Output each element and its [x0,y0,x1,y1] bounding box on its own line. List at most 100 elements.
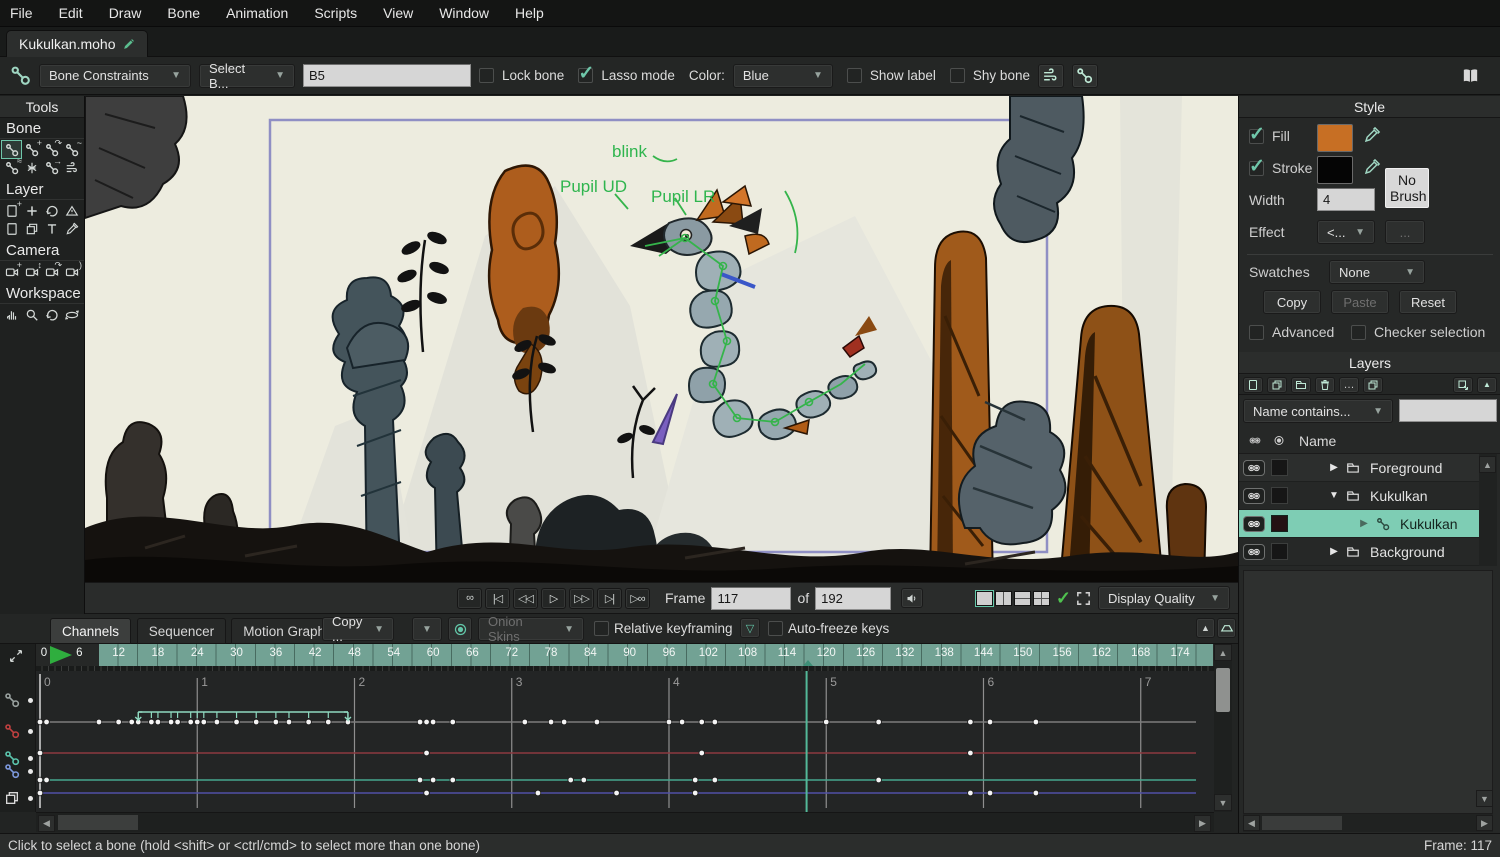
ruler-play-marker-icon[interactable] [50,646,72,664]
add-point-tool[interactable] [22,202,41,219]
layers-vertical-scrollbar[interactable]: ▲ [1479,454,1497,566]
bone-label-pupil-ud[interactable]: Pupil UD [560,177,627,197]
layer-color-swatch[interactable] [1271,459,1288,476]
timeline-scroll-right-button[interactable]: ▶ [1194,815,1211,832]
effect-more-button[interactable]: ... [1385,220,1425,244]
bone-label-blink[interactable]: blink [612,142,647,162]
fill-eyedropper-icon[interactable] [1363,126,1381,144]
add-bone-tool[interactable]: + [22,141,41,158]
menu-edit[interactable]: Edit [59,5,83,21]
channel-key-dot[interactable] [28,729,33,734]
menu-help[interactable]: Help [515,5,544,21]
loop-start-button[interactable]: ∞ [457,588,482,609]
timeline-vertical-scrollbar[interactable]: ▲ ▼ [1214,644,1232,812]
layer-row-kukulkan-2[interactable]: ▶Kukulkan [1239,510,1479,538]
layer-row-kukulkan-1[interactable]: ▼Kukulkan [1239,482,1479,510]
tool-group-dropdown[interactable]: Bone Constraints▼ [39,64,191,88]
total-frames-input[interactable]: 192 [815,587,891,610]
channel-bone-red[interactable] [0,722,36,740]
channel-layer-order[interactable] [0,789,36,807]
style-reset-button[interactable]: Reset [1399,290,1457,314]
enable-drawing-check-icon[interactable]: ✓ [1056,588,1071,609]
timeline-scroll-down-button[interactable]: ▼ [1214,794,1232,811]
jump-to-start-button[interactable]: |◁ [485,588,510,609]
rotate-workspace-tool[interactable] [42,306,61,323]
canvas-viewport[interactable]: blink Pupil UD Pupil LR [85,96,1238,582]
stroke-eyedropper-icon[interactable] [1363,158,1381,176]
stroke-color-swatch[interactable] [1317,156,1353,184]
delete-layer-icon-button[interactable] [1315,377,1335,393]
lasso-mode-checkbox[interactable] [578,68,593,83]
relative-keyframing-checkbox[interactable] [594,621,609,636]
jump-to-end-button[interactable]: ▷| [597,588,622,609]
timeline-vscroll-thumb[interactable] [1216,668,1230,712]
follow-path-tool[interactable] [62,202,81,219]
manual-book-icon[interactable] [1459,66,1482,86]
flexi-bind-tool[interactable] [22,159,41,176]
timeline-horizontal-scrollbar[interactable]: ◀ ▶ [36,812,1214,832]
timeline-scroll-up-button[interactable]: ▲ [1214,644,1232,661]
split-view-2-button[interactable] [995,591,1012,606]
layer-color-swatch[interactable] [1271,515,1288,532]
expand-arrow-icon[interactable]: ▶ [1328,462,1340,473]
duplicate-layer-icon-button[interactable] [1267,377,1287,393]
lock-bone-checkbox[interactable] [479,68,494,83]
effect-dropdown[interactable]: <...▼ [1317,220,1375,244]
insert-text-tool[interactable] [42,220,61,237]
fill-checkbox[interactable] [1249,129,1264,144]
expand-timeline-icon[interactable] [8,648,24,664]
select-bone-dropdown[interactable]: Select B...▼ [199,64,295,88]
dock-scrollbar-thumb[interactable] [1262,816,1342,830]
menu-scripts[interactable]: Scripts [314,5,357,21]
checker-selection-checkbox[interactable] [1351,325,1366,340]
orbit-workspace-tool[interactable] [62,306,81,323]
layer-visibility-eye-icon[interactable] [1243,544,1265,560]
dock-scroll-down-button[interactable]: ▼ [1476,790,1493,807]
timeline-ruler[interactable]: 0 61218243036424854606672788490961021081… [36,644,1214,666]
timeline-channels-area[interactable]: 01234567 [36,666,1214,812]
reference-layer-icon-button[interactable] [1363,377,1383,393]
offset-bone-tool[interactable]: → [42,159,61,176]
timeline-tab-channels[interactable]: Channels [50,618,131,644]
stretch-bone-icon-button[interactable] [1072,64,1098,88]
expand-arrow-icon[interactable]: ▶ [1358,518,1370,529]
menu-view[interactable]: View [383,5,413,21]
no-brush-button[interactable]: No Brush [1385,168,1429,208]
scroll-to-playhead-icon-button[interactable]: ▲ [1196,618,1215,638]
split-view-3-button[interactable] [1014,591,1031,606]
add-group-icon-button[interactable] [1291,377,1311,393]
roll-camera-tool[interactable]: ↷ [42,263,61,280]
dock-scroll-right-button[interactable]: ▶ [1476,815,1493,831]
timeline-hscroll-thumb[interactable] [58,815,138,830]
layers-scroll-up-button[interactable]: ▲ [1479,456,1496,473]
layer-color-swatch[interactable] [1271,543,1288,560]
channel-key-dot[interactable] [28,756,33,761]
zoom-timeline-icon-button[interactable] [1217,618,1236,638]
style-paste-button[interactable]: Paste [1331,290,1389,314]
bone-dynamics-tool[interactable]: ~ [62,141,81,158]
menu-file[interactable]: File [10,5,33,21]
onion-skin-toggle-icon-button[interactable] [448,617,472,641]
dock-scroll-left-button[interactable]: ◀ [1243,815,1260,831]
shear-layer-tool[interactable] [2,220,21,237]
zoom-camera-tool[interactable]: ↕ [22,263,41,280]
style-copy-button[interactable]: Copy [1263,290,1321,314]
channel-key-dot[interactable] [28,698,33,703]
pan-tilt-camera-tool[interactable]: ) [62,263,81,280]
layer-filter-input[interactable] [1399,399,1497,422]
timeline-scroll-left-button[interactable]: ◀ [38,815,55,832]
bone-name-input[interactable]: B5 [303,64,471,87]
display-quality-dropdown[interactable]: Display Quality▼ [1098,586,1230,610]
layer-row-background-3[interactable]: ▶Background [1239,538,1479,566]
document-tab[interactable]: Kukulkan.moho [6,30,148,57]
bone-label-pupil-lr[interactable]: Pupil LR [651,187,715,207]
show-label-checkbox[interactable] [847,68,862,83]
add-layer-icon-button[interactable] [1243,377,1263,393]
zoom-workspace-tool[interactable] [22,306,41,323]
scale-bone-icon-button[interactable] [1038,64,1064,88]
next-frame-button[interactable]: ▷▷ [569,588,594,609]
duplicate-layer-tool[interactable] [22,220,41,237]
menu-window[interactable]: Window [439,5,489,21]
layer-visibility-eye-icon[interactable] [1243,516,1265,532]
layer-row-foreground-0[interactable]: ▶Foreground [1239,454,1479,482]
